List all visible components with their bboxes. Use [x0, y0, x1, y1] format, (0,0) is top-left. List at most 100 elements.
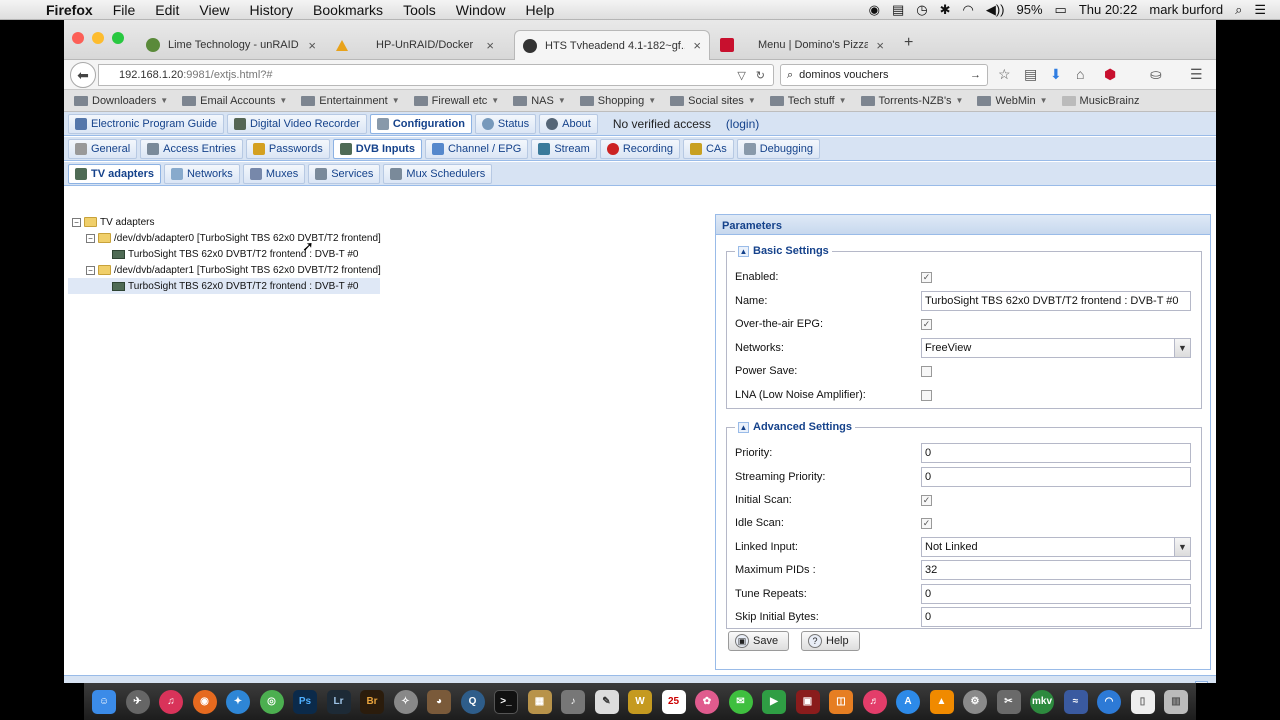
url-bar[interactable]: 192.168.1.20:9981/extjs.html?# ▽ ↻ — [98, 64, 774, 86]
priority-input[interactable]: 0 — [921, 443, 1191, 463]
firefox-icon[interactable]: ◉ — [192, 689, 217, 714]
idle-scan-checkbox[interactable]: ✓ — [921, 517, 932, 529]
home-icon[interactable]: ⌂ — [1076, 66, 1084, 82]
menu-window[interactable]: Window — [446, 2, 516, 18]
facetime-icon[interactable]: ▶ — [762, 689, 786, 714]
new-tab-button[interactable]: + — [904, 34, 913, 52]
search-go-icon[interactable]: → — [970, 69, 987, 81]
volume-icon[interactable]: ◀)) — [986, 2, 1005, 18]
photos-icon[interactable]: ✿ — [695, 689, 719, 714]
help-button[interactable]: ? Help — [801, 631, 860, 651]
tab-mux-schedulers[interactable]: Mux Schedulers — [383, 163, 493, 184]
tab-muxes[interactable]: Muxes — [242, 163, 306, 184]
calendar-icon[interactable]: 25 — [661, 689, 686, 714]
url-dropdown-icon[interactable]: ▽ — [737, 69, 745, 82]
maximum-pids-input[interactable]: 32 — [921, 560, 1191, 580]
tab-dvr[interactable]: Digital Video Recorder — [226, 113, 367, 134]
collapse-icon[interactable]: − — [86, 233, 95, 243]
books-icon[interactable]: ◫ — [829, 689, 853, 714]
tab-services[interactable]: Services — [308, 163, 381, 184]
menu-app-name[interactable]: Firefox — [36, 2, 103, 18]
bridge-icon[interactable]: Br — [360, 689, 384, 714]
tree-root[interactable]: − TV adapters — [72, 214, 154, 230]
collapse-toggle-icon[interactable]: ▲ — [738, 245, 749, 257]
compass-icon[interactable]: ✧ — [393, 689, 418, 714]
tab-close-icon[interactable]: × — [486, 38, 494, 53]
tree-frontend1-selected[interactable]: TurboSight TBS 62x0 DVBT/T2 frontend : D… — [68, 278, 380, 294]
collapse-icon[interactable]: − — [72, 217, 81, 227]
tab-tv-adapters[interactable]: TV adapters — [68, 163, 161, 184]
wifi-icon[interactable]: ◠ — [962, 2, 973, 18]
clock[interactable]: Thu 20:22 — [1079, 2, 1138, 17]
terminal-icon[interactable]: >_ — [494, 689, 518, 714]
networks-select[interactable]: FreeView ▼ — [921, 338, 1191, 358]
enabled-checkbox[interactable]: ✓ — [921, 271, 932, 283]
tab-general[interactable]: General — [68, 138, 138, 159]
mkv-tool-icon[interactable]: mkv — [1030, 689, 1054, 714]
archive-utility-icon[interactable]: ▦ — [527, 689, 552, 714]
tools-icon[interactable]: ✂ — [996, 689, 1021, 714]
power-save-checkbox[interactable] — [921, 365, 932, 377]
tab-access-entries[interactable]: Access Entries — [140, 138, 243, 159]
spotlight-icon[interactable]: ⌕ — [1235, 2, 1242, 18]
save-button[interactable]: ▣ Save — [728, 631, 790, 651]
trash-icon[interactable]: ▥ — [1164, 689, 1188, 714]
tab-stream[interactable]: Stream — [531, 138, 597, 159]
expand-up-icon[interactable]: ︽ — [1195, 681, 1208, 683]
bluetooth-icon[interactable]: ✱ — [940, 2, 951, 18]
lightroom-icon[interactable]: Lr — [326, 689, 351, 714]
name-input[interactable]: TurboSight TBS 62x0 DVBT/T2 frontend : D… — [921, 291, 1191, 311]
zoom-window-button[interactable] — [112, 32, 124, 44]
chevron-down-icon[interactable]: ▼ — [1174, 339, 1190, 357]
itunes-icon[interactable]: ♬ — [862, 689, 887, 714]
tree-frontend0[interactable]: TurboSight TBS 62x0 DVBT/T2 frontend : D… — [112, 246, 358, 262]
close-window-button[interactable] — [72, 32, 84, 44]
finder-icon[interactable]: ☺ — [92, 689, 116, 714]
hamburger-menu-icon[interactable]: ☰ — [1190, 66, 1203, 83]
tune-repeats-input[interactable]: 0 — [921, 584, 1191, 604]
menu-history[interactable]: History — [239, 2, 303, 18]
tab-dvb-inputs[interactable]: DVB Inputs — [332, 138, 422, 159]
search-bar[interactable]: ⌕ dominos vouchers → — [780, 64, 988, 86]
pen-icon[interactable]: ✎ — [594, 689, 619, 714]
user-name[interactable]: mark burford — [1149, 2, 1223, 17]
bookmark-folder-firewall[interactable]: Firewall etc ▼ — [413, 95, 499, 107]
tab-networks[interactable]: Networks — [163, 163, 240, 184]
browser-tab-4[interactable]: Menu | Domino's Pizza × — [712, 30, 892, 60]
bookmark-folder-email[interactable]: Email Accounts ▼ — [182, 95, 287, 107]
menu-help[interactable]: Help — [516, 2, 565, 18]
app-store-icon[interactable]: A — [896, 689, 920, 714]
downloads-icon[interactable]: ⬇ — [1050, 66, 1062, 83]
menu-file[interactable]: File — [103, 2, 146, 18]
browser-tab-2[interactable]: HP-UnRAID/Docker × — [328, 30, 502, 60]
search-input[interactable]: dominos vouchers — [799, 69, 888, 81]
gimp-icon[interactable]: ◕ — [427, 689, 451, 714]
notification-center-icon[interactable]: ☰ — [1254, 2, 1266, 18]
reload-icon[interactable]: ↻ — [756, 69, 765, 82]
tab-about[interactable]: About — [539, 113, 598, 134]
tab-debugging[interactable]: Debugging — [736, 138, 820, 159]
messages-icon[interactable]: ✉ — [728, 689, 753, 714]
tab-cas[interactable]: CAs — [682, 138, 734, 159]
tab-status[interactable]: Status — [474, 113, 537, 134]
tab-close-icon[interactable]: × — [308, 38, 316, 53]
chrome-icon[interactable]: ◎ — [259, 689, 284, 714]
system-preferences-icon[interactable]: ⚙ — [963, 689, 987, 714]
battery-percent[interactable]: 95% — [1016, 2, 1042, 17]
collapse-toggle-icon[interactable]: ▲ — [738, 421, 749, 433]
webdav-icon[interactable]: W — [628, 689, 652, 714]
safari-icon[interactable]: ✦ — [226, 689, 250, 714]
bookmark-folder-shopping[interactable]: Shopping ▼ — [579, 95, 656, 107]
documents-stack-icon[interactable]: ▯ — [1130, 689, 1155, 714]
bookmark-star-icon[interactable]: ☆ — [998, 66, 1011, 83]
tree-adapter0[interactable]: − /dev/dvb/adapter0 [TurboSight TBS 62x0… — [86, 230, 381, 246]
reading-list-icon[interactable]: ▤ — [1024, 66, 1037, 83]
tab-configuration[interactable]: Configuration — [369, 113, 472, 134]
bookmark-folder-torrents[interactable]: Torrents-NZB's ▼ — [860, 95, 963, 107]
browser-tab-3-active[interactable]: HTS Tvheadend 4.1-182~gf... × — [514, 30, 710, 60]
itunes-radio-icon[interactable]: ♫ — [159, 689, 183, 714]
bookmark-folder-social[interactable]: Social sites ▼ — [670, 95, 756, 107]
advanced-settings-legend[interactable]: ▲ Advanced Settings — [735, 421, 855, 433]
record-icon[interactable]: ◉ — [869, 2, 880, 18]
bookmark-folder-nas[interactable]: NAS ▼ — [513, 95, 566, 107]
